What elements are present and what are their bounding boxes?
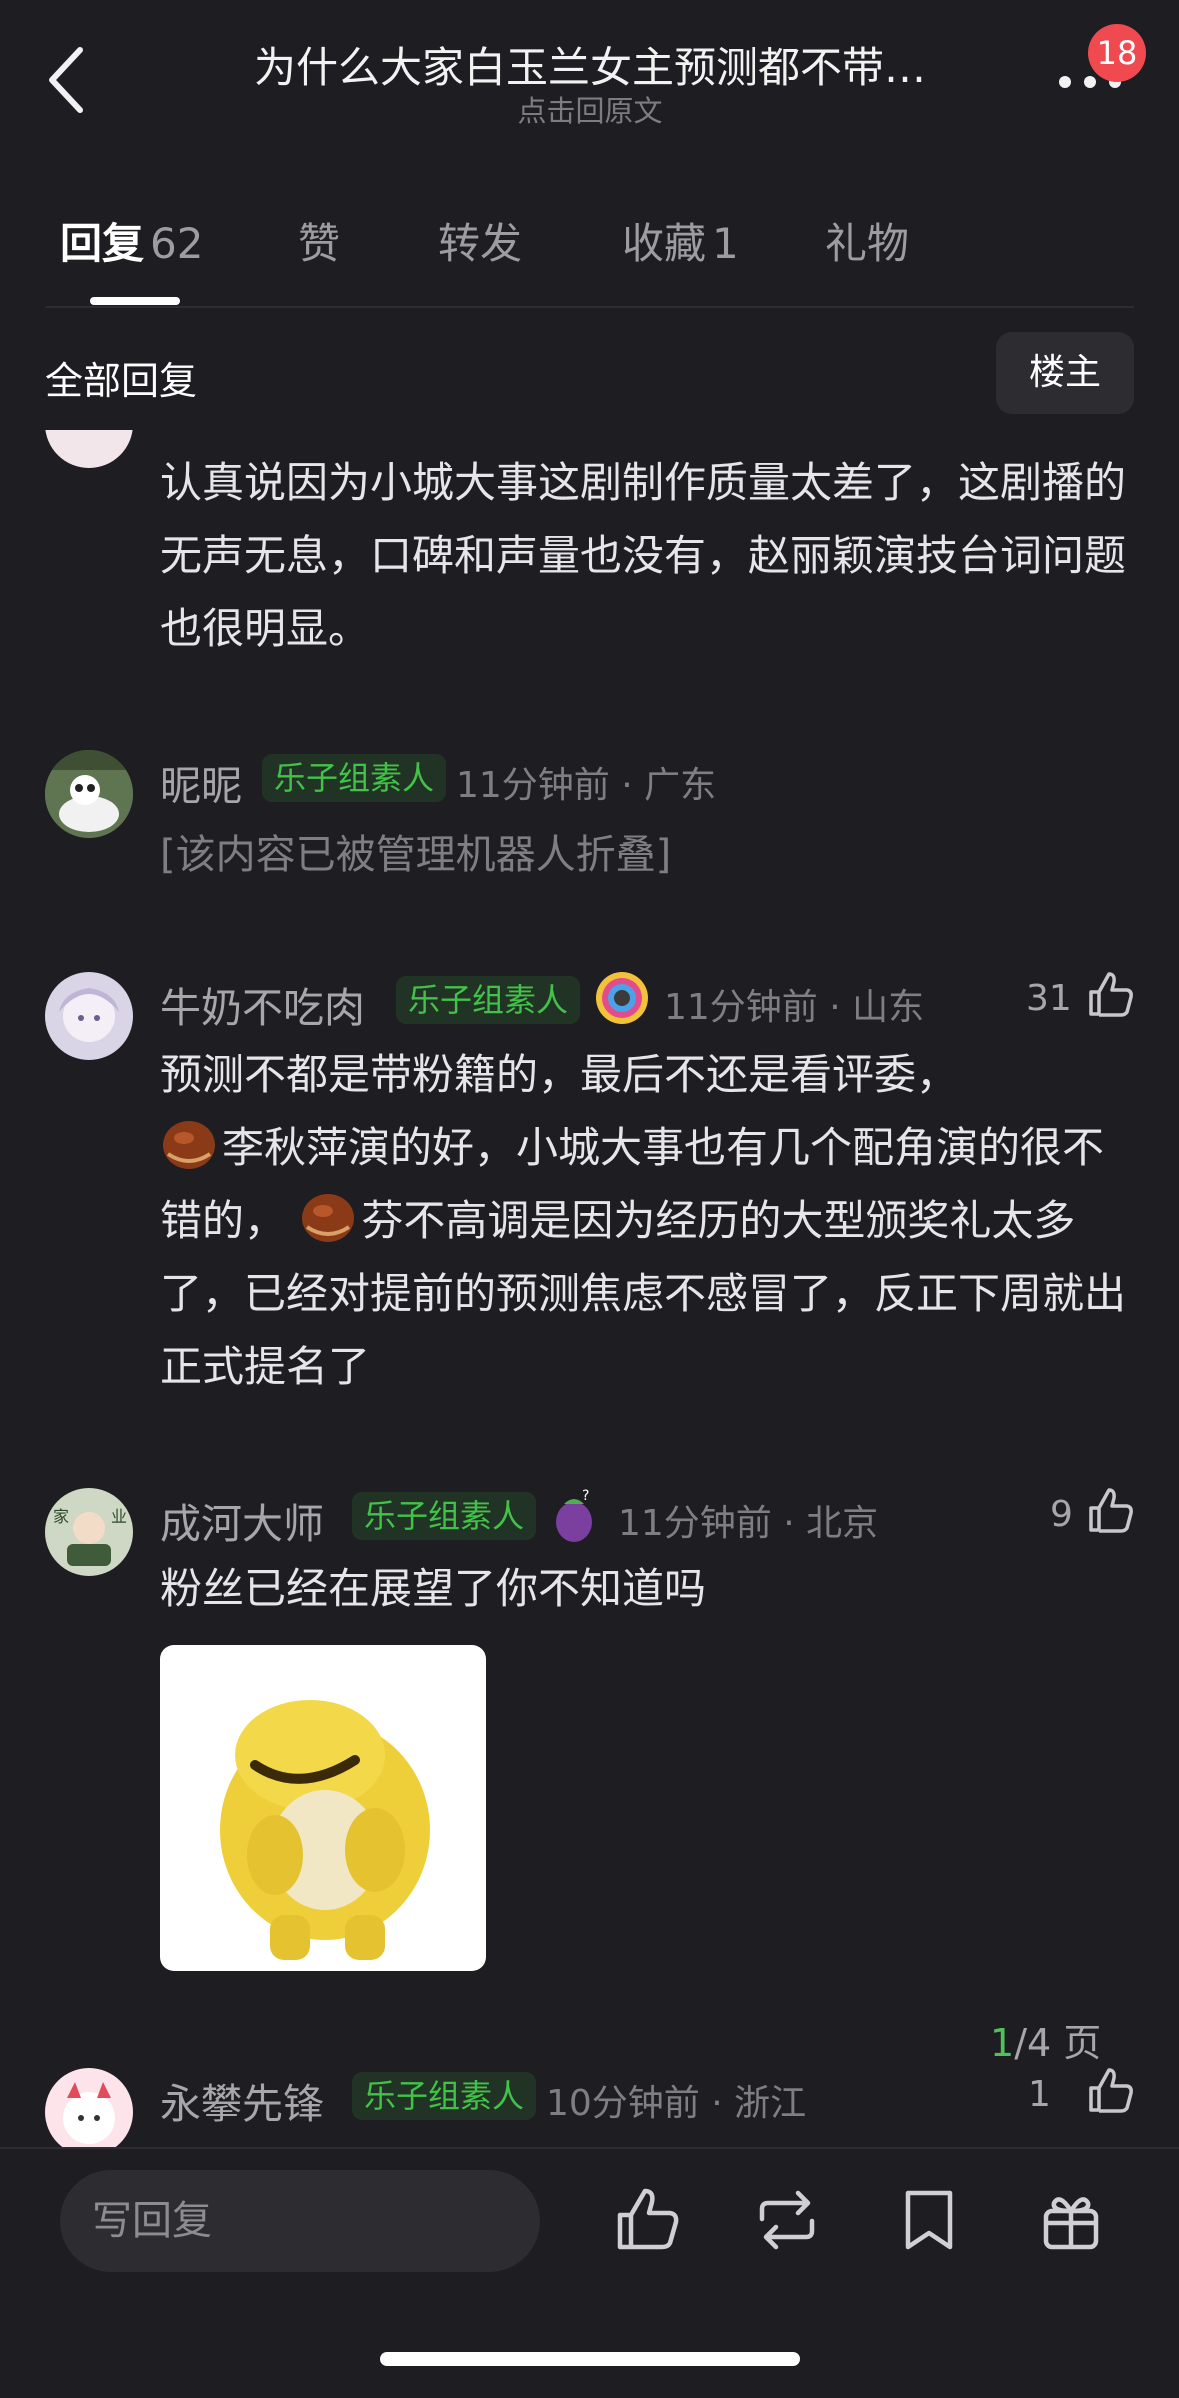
user-tag: 乐子组素人 xyxy=(262,754,447,802)
back-arrow-icon[interactable] xyxy=(40,40,96,120)
username[interactable]: 昵昵 xyxy=(160,752,242,812)
tab-reposts[interactable]: 转发 xyxy=(438,210,522,271)
page-indicator[interactable]: 1/4 页 xyxy=(990,2012,1101,2067)
thumbs-up-icon[interactable] xyxy=(1085,1486,1135,1536)
avatar[interactable]: 家业 xyxy=(45,1488,133,1576)
tab-label: 转发 xyxy=(438,219,523,268)
avatar[interactable] xyxy=(45,750,133,838)
laughing-yellow-creature-image xyxy=(220,1700,430,1960)
tab-label: 礼物 xyxy=(825,219,910,268)
chestnut-emoji-icon xyxy=(163,1121,215,1169)
notification-badge: 18 xyxy=(1088,24,1146,82)
svg-text:?: ? xyxy=(582,1488,589,1504)
username[interactable]: 牛奶不吃肉 xyxy=(160,974,365,1034)
username[interactable]: 成河大师 xyxy=(160,1490,324,1550)
gift-icon[interactable] xyxy=(1036,2185,1106,2255)
bookmark-icon[interactable] xyxy=(894,2185,964,2255)
user-tag: 乐子组素人 xyxy=(352,2072,537,2120)
like-count: 31 xyxy=(1026,978,1072,1019)
comment-meta: 11分钟前 · 广东 xyxy=(456,765,717,806)
comment-meta: 11分钟前 · 北京 xyxy=(618,1503,879,1544)
op-only-button[interactable]: 楼主 xyxy=(996,332,1134,414)
tab-favorites[interactable]: 收藏 1 xyxy=(622,210,739,271)
colorful-badge-icon xyxy=(596,972,648,1024)
like-count: 9 xyxy=(1050,1494,1073,1535)
comment-text-part: 预测不都是带粉籍的，最后不还是看评委， xyxy=(160,1050,959,1099)
comment-image[interactable] xyxy=(160,1645,486,1971)
comment-text: 粉丝已经在展望了你不知道吗 xyxy=(160,1564,707,1613)
reply-input[interactable]: 写回复 xyxy=(60,2170,540,2272)
comment-text: 预测不都是带粉籍的，最后不还是看评委， 李秋萍演的好，小城大事也有几个配角演的很… xyxy=(160,1038,1145,1403)
comment-text: 认真说因为小城大事这剧制作质量太差了，这剧播的无声无息，口碑和声量也没有，赵丽颖… xyxy=(160,458,1127,653)
avatar[interactable] xyxy=(45,2068,133,2156)
eggplant-badge-icon: ? xyxy=(556,1488,592,1542)
tab-replies[interactable]: 回复 62 xyxy=(60,210,203,271)
tab-gifts[interactable]: 礼物 xyxy=(825,210,909,271)
like-count: 1 xyxy=(1028,2074,1051,2115)
tab-likes[interactable]: 赞 xyxy=(298,210,340,271)
all-replies-filter[interactable]: 全部回复 xyxy=(45,350,197,405)
tab-label: 收藏 xyxy=(622,219,707,268)
svg-text:家: 家 xyxy=(53,1507,69,1526)
comment-meta: 10分钟前 · 浙江 xyxy=(546,2083,807,2124)
thumbs-up-icon[interactable] xyxy=(612,2185,682,2255)
tab-label: 回复 xyxy=(60,219,145,268)
svg-text:业: 业 xyxy=(111,1507,127,1526)
comment-meta: 11分钟前 · 山东 xyxy=(664,987,925,1028)
tab-count: 62 xyxy=(150,219,204,268)
active-tab-indicator xyxy=(90,297,180,305)
avatar[interactable] xyxy=(45,972,133,1060)
folded-notice: [该内容已被管理机器人折叠] xyxy=(160,832,672,878)
total-pages: /4 页 xyxy=(1014,2021,1102,2065)
post-title[interactable]: 为什么大家白玉兰女主预测都不带… xyxy=(190,34,990,95)
current-page: 1 xyxy=(990,2021,1015,2065)
chestnut-emoji-icon xyxy=(302,1194,355,1242)
tab-label: 赞 xyxy=(298,219,341,268)
thumbs-up-icon[interactable] xyxy=(1085,970,1135,1020)
repost-icon[interactable] xyxy=(752,2185,822,2255)
back-to-original-link[interactable]: 点击回原文 xyxy=(190,88,990,130)
divider xyxy=(45,306,1134,308)
user-tag: 乐子组素人 xyxy=(352,1492,537,1540)
thumbs-up-icon[interactable] xyxy=(1085,2066,1135,2116)
user-tag: 乐子组素人 xyxy=(396,976,581,1024)
home-indicator xyxy=(380,2352,800,2366)
username[interactable]: 永攀先锋 xyxy=(160,2070,324,2130)
tab-count: 1 xyxy=(712,219,739,268)
